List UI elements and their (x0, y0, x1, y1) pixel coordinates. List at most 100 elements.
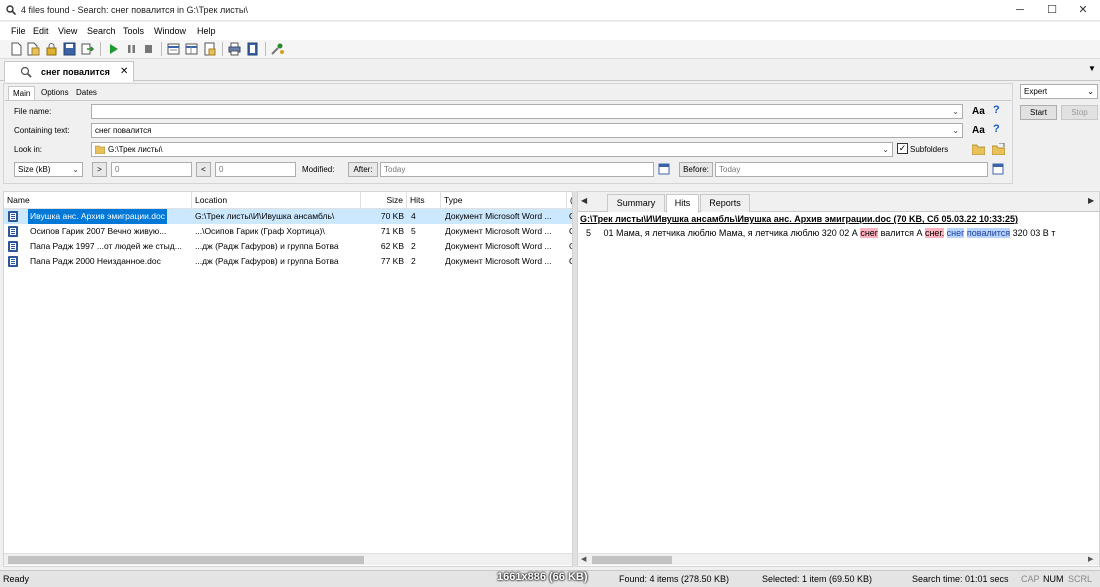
after-date-input[interactable]: Today (380, 162, 654, 177)
stop-icon[interactable] (141, 42, 156, 56)
hit-highlight: снег (860, 228, 879, 238)
maximize-button[interactable]: ☐ (1035, 0, 1069, 21)
help-icon[interactable]: ? (993, 104, 1000, 116)
results-horizontal-scrollbar[interactable] (4, 553, 572, 565)
chevron-down-icon: ⌄ (72, 165, 79, 174)
greater-than-button[interactable]: > (92, 162, 107, 177)
after-button[interactable]: After: (348, 162, 378, 177)
column-size[interactable]: Size (361, 192, 407, 209)
menu-search[interactable]: Search (87, 26, 116, 36)
modified-label: Modified: (302, 165, 335, 174)
export-icon[interactable] (80, 42, 95, 56)
column-name[interactable]: Name (4, 192, 192, 209)
before-date-input[interactable]: Today (715, 162, 988, 177)
cell-size: 77 KB (380, 256, 404, 266)
hit-text-before: 01 Мама, я летчика люблю Мама, я летчика… (603, 228, 861, 238)
match-case-icon[interactable]: Aa (972, 125, 985, 136)
nav-left-icon[interactable]: ◀ (581, 196, 587, 205)
pause-icon[interactable] (124, 42, 139, 56)
table-row[interactable]: Осипов Гарик 2007 Вечно живую... ...\Оси… (4, 224, 572, 239)
menu-bar: File Edit View Search Tools Window Help (0, 22, 1100, 40)
less-than-button[interactable]: < (196, 162, 211, 177)
tab-summary[interactable]: Summary (607, 194, 665, 212)
save-icon[interactable] (62, 42, 77, 56)
scroll-left-icon[interactable]: ◀ (581, 555, 586, 563)
column-location[interactable]: Location (192, 192, 361, 209)
close-window-button[interactable]: ✕ (1066, 0, 1100, 21)
lock-icon[interactable] (44, 42, 59, 56)
start-button[interactable]: Start (1020, 105, 1057, 120)
status-cap: CAP (1021, 574, 1040, 584)
scrollbar-thumb[interactable] (592, 556, 672, 564)
close-tab-icon[interactable]: ✕ (120, 66, 128, 77)
cell-name: Папа Радж 1997 ...от людей же стыд... (30, 241, 182, 251)
help-icon[interactable]: ? (993, 123, 1000, 135)
document-tab-strip: снег повалится ✕ ▼ (0, 59, 1100, 82)
chevron-down-icon: ⌄ (952, 126, 959, 135)
search-mode-select[interactable]: Expert ⌄ (1020, 84, 1098, 99)
column-type[interactable]: Type (441, 192, 567, 209)
scrollbar-thumb[interactable] (8, 556, 364, 564)
print-icon[interactable] (227, 42, 242, 56)
tab-list-dropdown-icon[interactable]: ▼ (1088, 64, 1096, 73)
min-size-input[interactable]: 0 (111, 162, 192, 177)
table-row[interactable]: Ивушка анс. Архив эмиграции.doc G:\Трек … (4, 209, 572, 224)
tab-hits[interactable]: Hits (666, 194, 699, 213)
tab-main[interactable]: Main (8, 86, 36, 100)
tab-options[interactable]: Options (37, 86, 73, 100)
properties-icon[interactable] (245, 42, 260, 56)
calendar-icon[interactable] (658, 163, 670, 175)
menu-window[interactable]: Window (154, 26, 186, 36)
tools-icon[interactable] (270, 42, 285, 56)
new-icon[interactable] (9, 42, 24, 56)
table-row[interactable]: Папа Радж 1997 ...от людей же стыд... ..… (4, 239, 572, 254)
cell-size: 70 KB (380, 211, 404, 221)
preview-horizontal-scrollbar[interactable]: ◀ ▶ (578, 553, 1099, 565)
layout-icon[interactable] (184, 42, 199, 56)
nav-right-icon[interactable]: ▶ (1088, 196, 1094, 205)
calendar-icon[interactable] (992, 163, 1004, 175)
containing-text-label: Containing text: (14, 126, 70, 135)
tab-reports[interactable]: Reports (700, 194, 750, 212)
browse-folder-icon[interactable] (972, 144, 985, 155)
minimize-button[interactable]: ─ (1003, 0, 1037, 21)
menu-edit[interactable]: Edit (33, 26, 49, 36)
status-selected: Selected: 1 item (69.50 KB) (762, 574, 873, 584)
tab-dates[interactable]: Dates (72, 86, 101, 100)
hit-text-mid: валится А (878, 228, 925, 238)
look-in-input[interactable]: G:\Трек листы\ ⌄ (91, 142, 893, 157)
containing-text-input[interactable]: снег повалится ⌄ (91, 123, 963, 138)
status-scrl: SCRL (1068, 574, 1093, 584)
open-icon[interactable] (26, 42, 41, 56)
cell-type: Документ Microsoft Word ... (445, 241, 552, 251)
max-size-input[interactable]: 0 (215, 162, 296, 177)
search-tab[interactable]: снег повалится ✕ (4, 61, 134, 82)
column-hits[interactable]: Hits (407, 192, 441, 209)
menu-tools[interactable]: Tools (123, 26, 144, 36)
cell-location: ...\Осипов Гарик (Граф Хортица)\ (195, 226, 325, 236)
preview-tab-bar: ◀ Summary Hits Reports ▶ (578, 192, 1099, 213)
hit-highlight: повалится (966, 228, 1011, 238)
word-document-icon (8, 226, 18, 237)
search-icon (20, 66, 32, 78)
play-icon[interactable] (106, 42, 121, 56)
hit-highlight: снег (946, 228, 965, 238)
table-row[interactable]: Папа Радж 2000 Неизданное.doc ...дж (Рад… (4, 254, 572, 269)
search-criteria-panel: Main Options Dates File name: ⌄ Aa ? Con… (3, 83, 1013, 184)
size-unit-select[interactable]: Size (kB) ⌄ (14, 162, 83, 177)
menu-file[interactable]: File (11, 26, 26, 36)
match-case-icon[interactable]: Aa (972, 106, 985, 117)
menu-help[interactable]: Help (197, 26, 216, 36)
view-icon[interactable] (166, 42, 181, 56)
stop-button[interactable]: Stop (1061, 105, 1098, 120)
report-icon[interactable] (202, 42, 217, 56)
toolbar (0, 40, 1100, 59)
menu-view[interactable]: View (58, 26, 77, 36)
subfolders-checkbox[interactable]: ✓ (897, 143, 908, 154)
before-button[interactable]: Before: (679, 162, 713, 177)
folder-options-icon[interactable] (992, 143, 1005, 155)
scroll-right-icon[interactable]: ▶ (1088, 555, 1093, 563)
window-title: 4 files found - Search: снег повалится i… (21, 5, 248, 15)
file-name-input[interactable]: ⌄ (91, 104, 963, 119)
subfolders-label: Subfolders (910, 145, 949, 154)
